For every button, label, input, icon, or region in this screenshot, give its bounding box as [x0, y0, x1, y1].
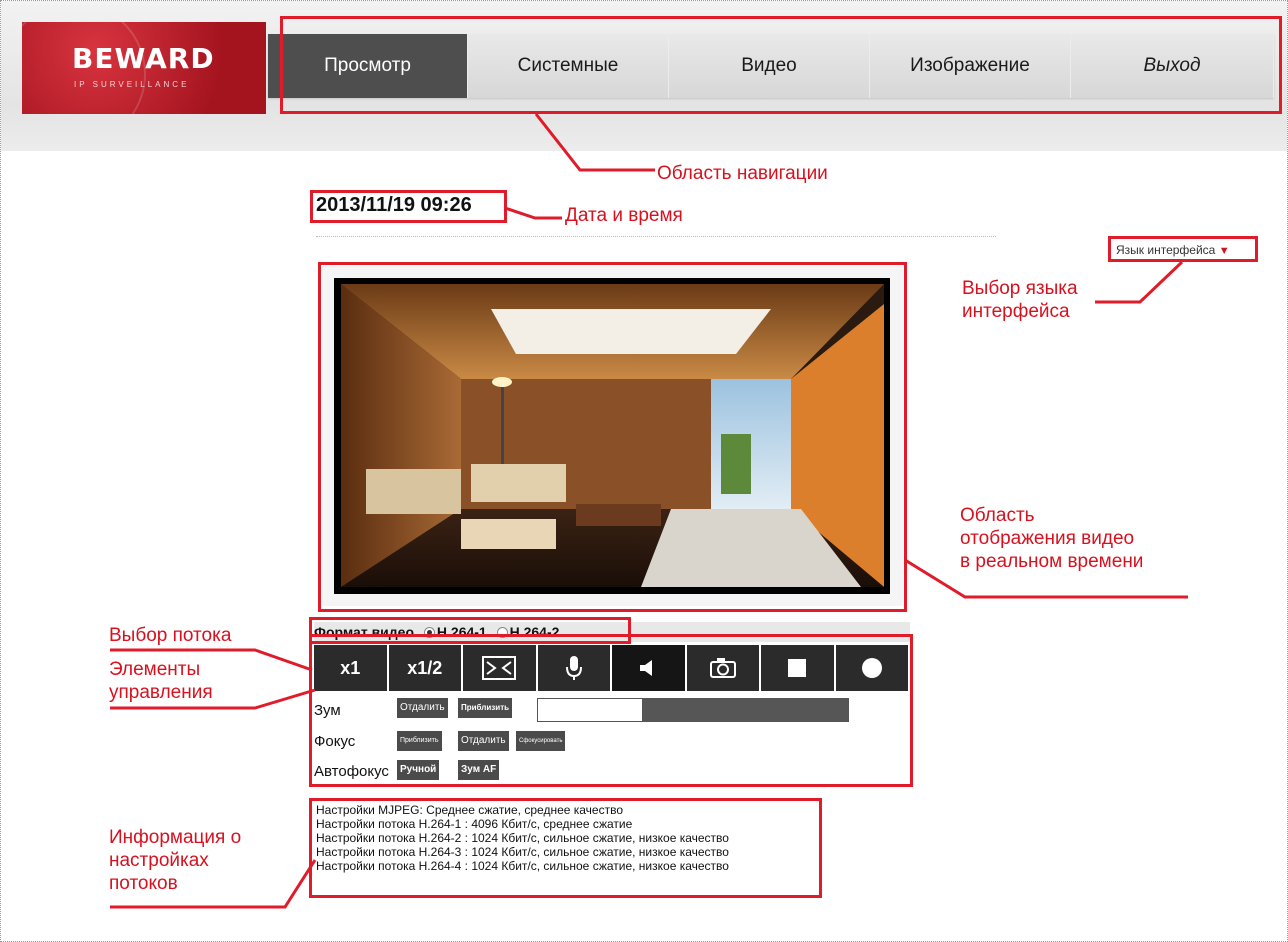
beward-logo[interactable]: BEWARD IP SURVEILLANCE [22, 22, 266, 114]
language-box [1108, 236, 1258, 262]
annotation-video-area: Область отображения видео в реальном вре… [960, 505, 1144, 572]
separator [316, 236, 996, 237]
annotation-stream-info: Информация о настройках потоков [109, 827, 242, 894]
logo-brand: BEWARD [72, 42, 215, 75]
annotation-nav-area: Область навигации [657, 163, 828, 184]
annotation-language: Выбор языка интерфейса [962, 278, 1078, 322]
annotation-controls: Элементы управления [109, 659, 213, 703]
controls-box [309, 634, 913, 787]
nav-area-box [280, 16, 1282, 114]
annotation-stream-select: Выбор потока [109, 625, 232, 646]
logo-tagline: IP SURVEILLANCE [74, 80, 190, 89]
datetime-box [310, 190, 507, 223]
annotation-date-time: Дата и время [565, 205, 683, 226]
stream-info-box [309, 798, 822, 898]
video-area-box [318, 262, 907, 612]
